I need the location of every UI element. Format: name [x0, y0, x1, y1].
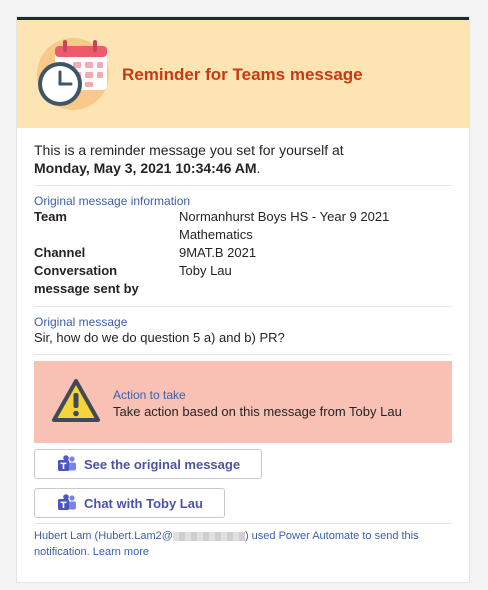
- info-row-team: Team Normanhurst Boys HS - Year 9 2021 M…: [34, 208, 452, 244]
- teams-icon: [58, 455, 76, 471]
- calendar-clock-icon: [35, 34, 111, 110]
- message-text: Sir, how do we do question 5 a) and b) P…: [34, 330, 285, 345]
- info-row-sender: Conversation message sent by Toby Lau: [34, 262, 452, 306]
- card-header: Reminder for Teams message: [17, 20, 469, 128]
- footer-sender: Hubert Lam (Hubert.Lam2@: [34, 530, 173, 542]
- chat-with-toby-button[interactable]: Chat with Toby Lau: [34, 488, 225, 518]
- divider: [34, 185, 452, 186]
- info-value: Toby Lau: [179, 263, 232, 278]
- teams-icon: [58, 494, 76, 510]
- learn-more-link[interactable]: Learn more: [93, 546, 149, 558]
- see-original-message-button[interactable]: See the original message: [34, 449, 262, 479]
- divider: [34, 523, 452, 524]
- intro-suffix: .: [256, 160, 261, 176]
- action-banner: Action to take Take action based on this…: [34, 361, 452, 443]
- info-value: Normanhurst Boys HS - Year 9 2021 Mathem…: [179, 209, 390, 242]
- redacted-email: [172, 531, 245, 541]
- divider: [34, 306, 452, 307]
- see-original-label: See the original message: [84, 456, 241, 472]
- message-info: Original message information Team Norman…: [34, 194, 452, 306]
- info-heading: Original message information: [34, 194, 191, 208]
- intro-text: This is a reminder message you set for y…: [34, 128, 452, 177]
- reminder-title: Reminder for Teams message: [122, 65, 363, 84]
- message-heading: Original message: [34, 315, 128, 329]
- reminder-date: Monday, May 3, 2021 10:34:46 AM: [34, 160, 257, 176]
- info-key: Team: [34, 209, 67, 224]
- intro-sentence: This is a reminder message you set for y…: [34, 142, 344, 158]
- warning-icon: [51, 378, 101, 424]
- reminder-card: Reminder for Teams message This is a rem…: [17, 17, 469, 582]
- info-row-channel: Channel 9MAT.B 2021: [34, 244, 452, 262]
- info-value: 9MAT.B 2021: [179, 245, 257, 260]
- chat-label: Chat with Toby Lau: [84, 495, 203, 511]
- action-label: Action to take: [113, 388, 186, 402]
- divider: [34, 354, 452, 355]
- action-text: Take action based on this message from T…: [113, 404, 402, 419]
- footer-note: Hubert Lam (Hubert.Lam2@) used Power Aut…: [34, 528, 452, 560]
- original-message: Original message Sir, how do we do quest…: [34, 315, 452, 354]
- info-key: Conversation message sent by: [34, 263, 139, 296]
- info-key: Channel: [34, 245, 86, 260]
